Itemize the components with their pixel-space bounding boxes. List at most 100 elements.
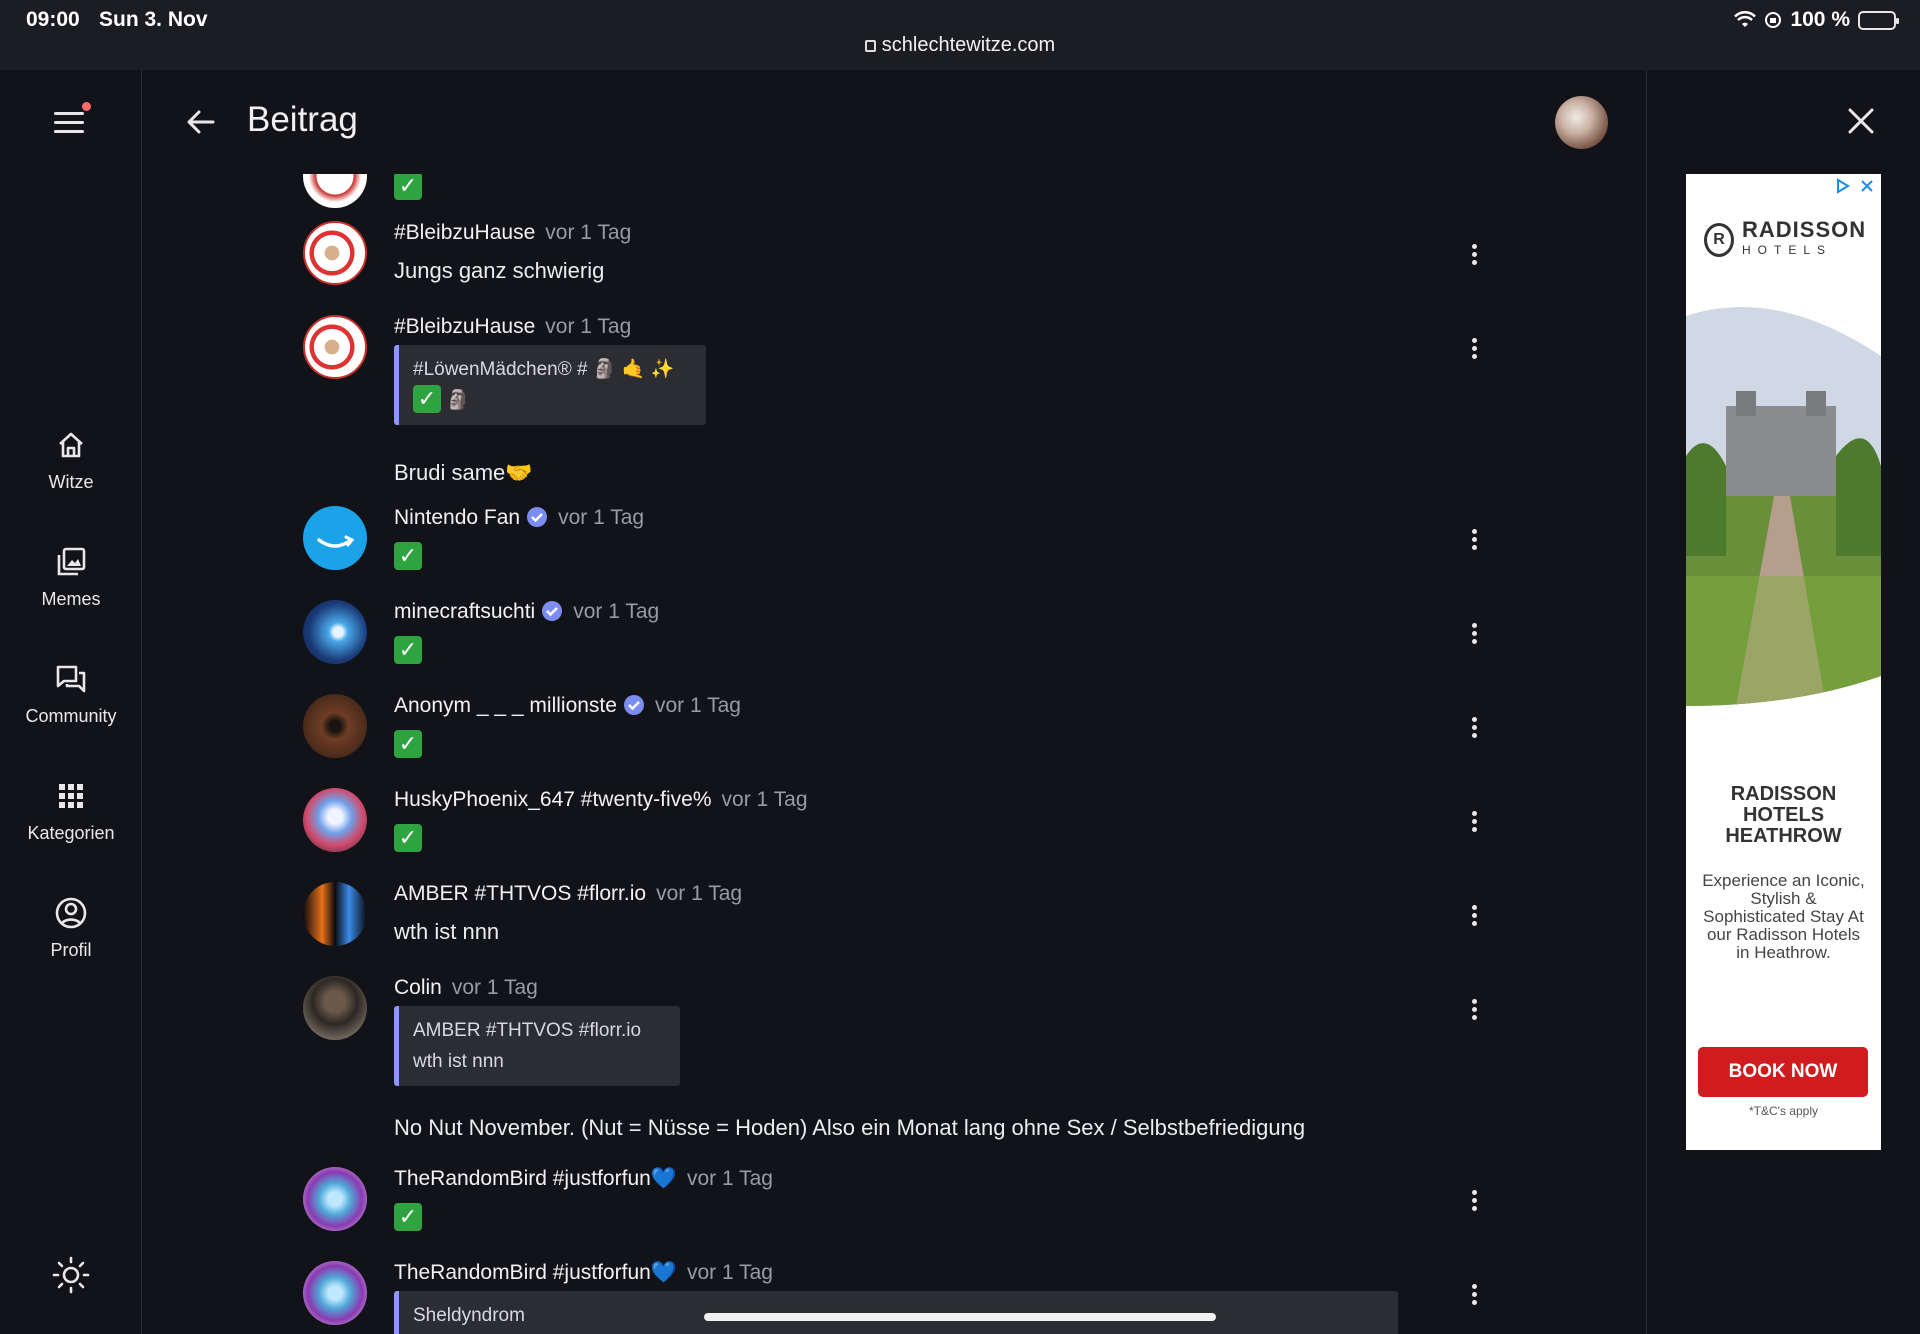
comment-author[interactable]: TheRandomBird #justforfun💙 xyxy=(394,1167,677,1190)
comment-author[interactable]: Anonym _ _ _ millionste xyxy=(394,694,617,717)
ad-logo: R RADISSON HOTELS xyxy=(1704,217,1867,260)
lock-icon xyxy=(864,40,876,52)
ad-controls xyxy=(1835,178,1875,194)
comment-author[interactable]: Colin xyxy=(394,976,442,999)
more-options-icon[interactable] xyxy=(1459,996,1489,1026)
status-date: Sun 3. Nov xyxy=(99,8,208,31)
more-options-icon[interactable] xyxy=(1459,714,1489,744)
comment-time: vor 1 Tag xyxy=(558,506,645,529)
avatar[interactable] xyxy=(303,600,367,664)
avatar[interactable] xyxy=(303,788,367,852)
battery-icon xyxy=(1858,10,1899,30)
comment-time: vor 1 Tag xyxy=(545,221,632,244)
quote-line: AMBER #THTVOS #florr.io xyxy=(413,1020,642,1041)
account-circle-icon xyxy=(55,897,87,929)
verified-badge-icon xyxy=(623,695,644,715)
quoted-reply[interactable]: AMBER #THTVOS #florr.io wth ist nnn xyxy=(394,1006,680,1086)
verified-badge-icon xyxy=(542,601,563,621)
image-gallery-icon xyxy=(57,547,86,576)
more-options-icon[interactable] xyxy=(1459,808,1489,838)
status-bar: 09:00 Sun 3. Nov schlechtewitze.com 100 … xyxy=(0,0,1920,70)
comment-text: Brudi same🤝 xyxy=(394,460,533,485)
check-emoji: ✓ xyxy=(413,385,441,413)
avatar[interactable] xyxy=(303,882,367,946)
smile-arrow-icon xyxy=(317,535,355,548)
home-icon xyxy=(59,432,83,458)
comment-time: vor 1 Tag xyxy=(686,1167,773,1190)
comment-author[interactable]: HuskyPhoenix_647 #twenty-five% xyxy=(394,788,712,811)
ad-terms: *T&C's apply xyxy=(1749,1104,1818,1118)
comment-time: vor 1 Tag xyxy=(573,600,660,623)
comment-time: vor 1 Tag xyxy=(656,882,743,905)
close-icon[interactable] xyxy=(1846,106,1876,136)
sidebar-item-label: Memes xyxy=(41,589,101,609)
avatar[interactable] xyxy=(303,506,367,570)
quoted-reply[interactable]: #LöwenMädchen® # 🗿 🤙 ✨ ✓ 🗿 xyxy=(394,345,706,425)
address-bar[interactable]: schlechtewitze.com xyxy=(0,34,1920,57)
ad-brand-sub: HOTELS xyxy=(1742,243,1833,257)
status-time: 09:00 xyxy=(26,8,80,31)
sidebar-item-profil[interactable]: Profil xyxy=(0,896,142,961)
page-header: Beitrag xyxy=(143,70,1646,174)
comment-author[interactable]: Nintendo Fan xyxy=(394,506,520,529)
adchoices-icon[interactable] xyxy=(1835,178,1851,194)
verified-badge-icon xyxy=(527,507,548,527)
avatar[interactable] xyxy=(303,221,367,285)
sidebar-item-label: Kategorien xyxy=(27,823,115,843)
check-emoji: ✓ xyxy=(394,730,422,758)
comment-time: vor 1 Tag xyxy=(451,976,538,999)
comment-feed[interactable]: ✓ #BleibzuHause vor 1 Tag Jungs ganz schw… xyxy=(143,174,1646,1334)
check-emoji: ✓ xyxy=(394,174,422,200)
more-options-icon[interactable] xyxy=(1459,526,1489,556)
comment-text: No Nut November. (Nut = Nüsse = Hoden) A… xyxy=(394,1115,1306,1140)
check-emoji: ✓ xyxy=(394,1203,422,1231)
avatar[interactable] xyxy=(303,1261,367,1325)
avatar[interactable] xyxy=(303,1167,367,1231)
sidebar-item-label: Profil xyxy=(50,940,92,960)
menu-icon[interactable] xyxy=(54,106,90,142)
comment-author[interactable]: #BleibzuHause xyxy=(394,315,535,338)
sun-icon[interactable] xyxy=(50,1254,92,1296)
avatar[interactable] xyxy=(303,315,367,379)
more-options-icon[interactable] xyxy=(1459,241,1489,271)
avatar[interactable] xyxy=(303,976,367,1040)
page-title: Beitrag xyxy=(247,100,358,139)
avatar[interactable] xyxy=(303,694,367,758)
sidebar-item-community[interactable]: Community xyxy=(0,662,142,727)
more-options-icon[interactable] xyxy=(1459,335,1489,365)
comment-author[interactable]: #BleibzuHause xyxy=(394,221,535,244)
sidebar-item-memes[interactable]: Memes xyxy=(0,545,142,610)
quote-line: #LöwenMädchen® # 🗿 🤙 ✨ xyxy=(413,359,675,380)
advertisement[interactable]: R RADISSON HOTELS RADISSON HOTELS HEATHROW … xyxy=(1686,174,1881,1150)
comment-time: vor 1 Tag xyxy=(654,694,741,717)
ad-brand: RADISSON xyxy=(1742,217,1867,242)
ad-body: Experience an Iconic, Stylish & Sophisti… xyxy=(1702,871,1865,962)
wifi-icon xyxy=(1734,11,1757,27)
sidebar-item-label: Witze xyxy=(48,472,94,492)
more-options-icon[interactable] xyxy=(1459,620,1489,650)
status-indicators: 100 % xyxy=(1734,8,1899,32)
battery-percent: 100 % xyxy=(1790,8,1850,31)
radisson-logo-icon: R xyxy=(1704,223,1734,257)
more-options-icon[interactable] xyxy=(1459,902,1489,932)
sidebar-item-witze[interactable]: Witze xyxy=(0,428,142,493)
close-ad-icon[interactable] xyxy=(1859,178,1875,194)
comment-author[interactable]: TheRandomBird #justforfun💙 xyxy=(394,1261,677,1284)
ad-headline: RADISSON HOTELS HEATHROW xyxy=(1725,783,1842,847)
panel-divider xyxy=(1646,70,1647,1334)
comment-author[interactable]: minecraftsuchti xyxy=(394,600,535,623)
avatar[interactable] xyxy=(303,174,367,208)
home-indicator[interactable] xyxy=(704,1313,1216,1321)
url-text: schlechtewitze.com xyxy=(881,34,1056,56)
comment-author[interactable]: AMBER #THTVOS #florr.io xyxy=(394,882,646,905)
user-avatar[interactable] xyxy=(1555,96,1608,149)
more-options-icon[interactable] xyxy=(1459,1187,1489,1217)
check-emoji: ✓ xyxy=(394,824,422,852)
more-options-icon[interactable] xyxy=(1459,1281,1489,1311)
sidebar-item-kategorien[interactable]: Kategorien xyxy=(0,779,142,844)
back-arrow-icon[interactable] xyxy=(183,104,219,140)
comment-text: wth ist nnn xyxy=(394,919,500,944)
chat-bubbles-icon xyxy=(56,665,86,693)
book-now-button[interactable]: BOOK NOW xyxy=(1698,1047,1868,1097)
orientation-lock-icon xyxy=(1765,12,1782,28)
